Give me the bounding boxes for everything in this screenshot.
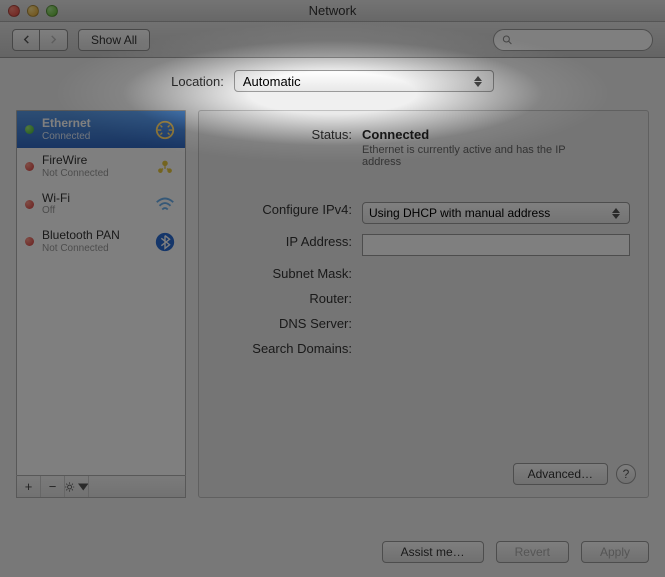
status-dot-icon [25, 237, 34, 246]
status-dot-icon [25, 200, 34, 209]
window-title: Network [0, 3, 665, 18]
status-row: Status: Connected Ethernet is currently … [217, 127, 630, 168]
assist-me-button[interactable]: Assist me… [382, 541, 484, 563]
location-row: Location: Automatic [16, 70, 649, 92]
zoom-window-button[interactable] [46, 5, 58, 17]
forward-button[interactable] [40, 29, 68, 51]
service-item-ethernet[interactable]: Ethernet Connected [17, 111, 185, 148]
toolbar: Show All [0, 22, 665, 58]
chevron-left-icon [22, 35, 31, 44]
service-name: Bluetooth PAN [42, 229, 145, 243]
ethernet-icon [153, 118, 177, 142]
advanced-button[interactable]: Advanced… [513, 463, 608, 485]
service-status: Not Connected [42, 243, 145, 255]
location-label: Location: [171, 74, 224, 89]
gear-icon [65, 481, 76, 493]
sidebar: Ethernet Connected FireWire Not Connecte… [16, 110, 186, 498]
service-status: Off [42, 205, 145, 217]
titlebar: Network [0, 0, 665, 22]
service-status: Connected [42, 131, 145, 143]
configure-ipv4-select[interactable]: Using DHCP with manual address [362, 202, 630, 224]
service-name: Wi-Fi [42, 192, 145, 206]
detail-panel: Status: Connected Ethernet is currently … [198, 110, 649, 498]
close-window-button[interactable] [8, 5, 20, 17]
sidebar-actions: + − [16, 476, 186, 498]
ip-label: IP Address: [217, 234, 362, 249]
service-item-bluetooth[interactable]: Bluetooth PAN Not Connected [17, 223, 185, 260]
service-name: Ethernet [42, 117, 145, 131]
add-service-button[interactable]: + [17, 476, 41, 497]
minimize-window-button[interactable] [27, 5, 39, 17]
help-button[interactable]: ? [616, 464, 636, 484]
select-arrows-icon [471, 76, 485, 87]
footer: Assist me… Revert Apply [382, 541, 649, 563]
router-row: Router: [217, 291, 630, 306]
back-button[interactable] [12, 29, 40, 51]
configure-value: Using DHCP with manual address [369, 206, 550, 220]
search-domains-label: Search Domains: [217, 341, 362, 356]
ip-row: IP Address: [217, 234, 630, 256]
search-input[interactable] [517, 33, 644, 47]
service-name: FireWire [42, 154, 145, 168]
status-dot-icon [25, 162, 34, 171]
configure-row: Configure IPv4: Using DHCP with manual a… [217, 202, 630, 224]
chevron-down-icon [78, 481, 89, 493]
dns-row: DNS Server: [217, 316, 630, 331]
subnet-label: Subnet Mask: [217, 266, 362, 281]
status-dot-icon [25, 125, 34, 134]
search-domains-row: Search Domains: [217, 341, 630, 356]
location-select[interactable]: Automatic [234, 70, 494, 92]
router-label: Router: [217, 291, 362, 306]
dns-label: DNS Server: [217, 316, 362, 331]
show-all-button[interactable]: Show All [78, 29, 150, 51]
service-item-wifi[interactable]: Wi-Fi Off [17, 186, 185, 223]
content: Location: Automatic Ethernet Connected [0, 58, 665, 577]
status-description: Ethernet is currently active and has the… [362, 144, 602, 168]
status-label: Status: [217, 127, 362, 142]
subnet-row: Subnet Mask: [217, 266, 630, 281]
bluetooth-icon [153, 230, 177, 254]
apply-button[interactable]: Apply [581, 541, 649, 563]
service-options-button[interactable] [65, 476, 89, 497]
traffic-lights [8, 5, 58, 17]
search-icon [502, 34, 513, 46]
ip-address-input[interactable] [362, 234, 630, 256]
revert-button[interactable]: Revert [496, 541, 569, 563]
remove-service-button[interactable]: − [41, 476, 65, 497]
location-value: Automatic [243, 74, 301, 89]
configure-label: Configure IPv4: [217, 202, 362, 217]
firewire-icon [153, 155, 177, 179]
service-list: Ethernet Connected FireWire Not Connecte… [16, 110, 186, 476]
service-item-firewire[interactable]: FireWire Not Connected [17, 148, 185, 185]
status-value: Connected [362, 127, 630, 142]
service-status: Not Connected [42, 168, 145, 180]
wifi-icon [153, 192, 177, 216]
select-arrows-icon [609, 208, 623, 219]
search-field[interactable] [493, 29, 653, 51]
chevron-right-icon [49, 35, 58, 44]
nav-segmented [12, 29, 68, 51]
